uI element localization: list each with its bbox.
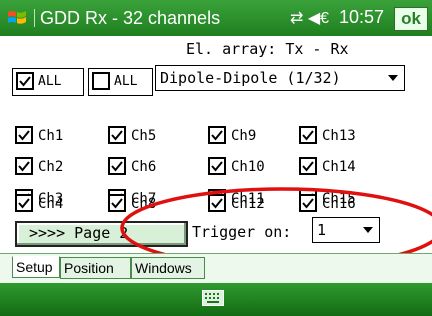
channel-label: Ch6 xyxy=(131,159,157,175)
channel-label: Ch16 xyxy=(322,196,356,212)
checked-box-icon xyxy=(15,194,33,212)
channel-label: Ch14 xyxy=(322,159,356,175)
next-page-button[interactable]: >>>> Page 2 xyxy=(15,221,188,247)
channel-label: Ch8 xyxy=(131,196,157,212)
channel-checkbox-ch4[interactable]: Ch4 xyxy=(15,194,95,216)
channel-label: Ch1 xyxy=(38,128,64,144)
array-type-select[interactable]: Dipole-Dipole (1/32) xyxy=(155,65,405,91)
check-all-button[interactable]: ALL xyxy=(12,68,84,96)
checked-box-icon xyxy=(108,126,126,144)
checked-box-icon xyxy=(299,126,317,144)
checked-box-icon xyxy=(208,126,226,144)
tab-position[interactable]: Position xyxy=(60,257,131,279)
electrode-array-label: El. array: Tx - Rx xyxy=(186,40,349,58)
title-separator xyxy=(34,9,35,27)
channel-checkbox-ch13[interactable]: Ch13 xyxy=(299,126,379,148)
channel-checkbox-ch10[interactable]: Ch10 xyxy=(208,157,288,179)
ok-button[interactable]: ok xyxy=(394,7,428,31)
channel-label: Ch2 xyxy=(38,159,64,175)
windows-logo-icon[interactable] xyxy=(6,7,28,29)
uncheck-all-button[interactable]: ALL xyxy=(88,68,153,96)
trigger-value: 1 xyxy=(317,221,327,239)
trigger-label: Trigger on: xyxy=(192,223,292,241)
check-all-label: ALL xyxy=(38,74,62,89)
title-bar: GDD Rx - 32 channels ⇄ ◀€ 10:57 ok xyxy=(0,0,432,36)
checked-box-icon xyxy=(299,157,317,175)
channel-label: Ch10 xyxy=(231,159,265,175)
dropdown-arrow-icon xyxy=(388,75,398,81)
channel-checkbox-ch1[interactable]: Ch1 xyxy=(15,126,95,148)
next-page-label: >>>> Page 2 xyxy=(29,224,129,242)
dropdown-arrow-icon xyxy=(363,227,373,233)
checked-box-icon xyxy=(108,194,126,212)
checked-box-icon xyxy=(108,157,126,175)
app-title: GDD Rx - 32 channels xyxy=(40,8,221,28)
keyboard-icon[interactable] xyxy=(202,290,224,306)
checked-box-icon xyxy=(208,157,226,175)
uncheck-all-label: ALL xyxy=(114,74,138,89)
tab-setup[interactable]: Setup xyxy=(12,256,60,278)
array-type-value: Dipole-Dipole (1/32) xyxy=(160,69,341,87)
channel-checkbox-ch5[interactable]: Ch5 xyxy=(108,126,188,148)
channel-label: Ch9 xyxy=(231,128,257,144)
channel-checkbox-ch8[interactable]: Ch8 xyxy=(108,194,188,216)
unchecked-box-icon xyxy=(92,72,110,90)
checked-box-icon xyxy=(208,194,226,212)
channel-checkbox-ch6[interactable]: Ch6 xyxy=(108,157,188,179)
checked-box-icon xyxy=(16,72,34,90)
channel-checkbox-ch16[interactable]: Ch16 xyxy=(299,194,379,216)
channel-checkbox-ch14[interactable]: Ch14 xyxy=(299,157,379,179)
tab-windows[interactable]: Windows xyxy=(131,257,205,279)
channel-label: Ch12 xyxy=(231,196,265,212)
trigger-select[interactable]: 1 xyxy=(312,217,380,243)
volume-icon[interactable]: ◀€ xyxy=(308,10,329,27)
channel-label: Ch5 xyxy=(131,128,157,144)
status-icons[interactable]: ⇄ ◀€ xyxy=(290,8,329,28)
connectivity-icon[interactable]: ⇄ xyxy=(290,10,303,27)
checked-box-icon xyxy=(15,126,33,144)
channel-label: Ch13 xyxy=(322,128,356,144)
checked-box-icon xyxy=(299,194,317,212)
clock[interactable]: 10:57 xyxy=(339,7,384,28)
channel-checkbox-ch12[interactable]: Ch12 xyxy=(208,194,288,216)
channel-checkbox-ch2[interactable]: Ch2 xyxy=(15,157,95,179)
channel-label: Ch4 xyxy=(38,196,64,212)
channel-checkbox-ch9[interactable]: Ch9 xyxy=(208,126,288,148)
checked-box-icon xyxy=(15,157,33,175)
